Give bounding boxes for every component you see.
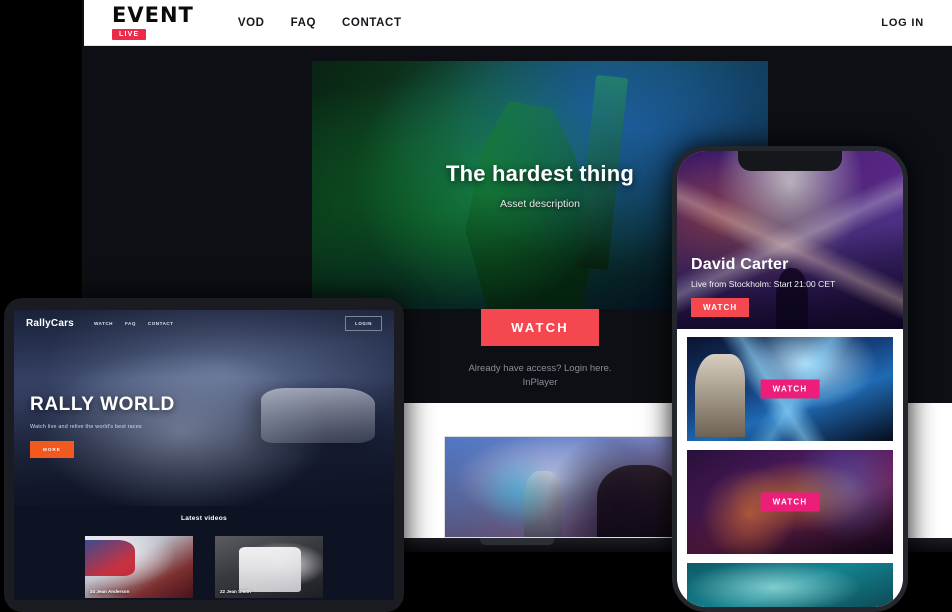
desktop-video-thumbnail[interactable] [444,436,684,538]
phone-hero-subtitle: Live from Stockholm: Start 21:00 CET [691,279,836,289]
phone-video-card[interactable] [687,563,893,607]
thumbnail-silhouette-shape [597,465,679,537]
phone-card-watch-button[interactable]: WATCH [760,379,820,399]
tablet-nav-item-faq[interactable]: FAQ [125,321,136,326]
tablet-device: RallyCars WATCH FAQ CONTACT LOGIN RALLY … [4,298,404,612]
phone-video-card[interactable]: WATCH [687,337,893,441]
phone-hero-watch-button[interactable]: WATCH [691,298,750,317]
phone-hero-title: David Carter [691,256,789,273]
desktop-nav-item-faq[interactable]: FAQ [291,17,316,29]
tablet-hero-subtitle: Watch live and relive the world's best r… [30,424,142,430]
phone-hero-text: David Carter Live from Stockholm: Start … [691,256,835,317]
tablet-logo[interactable]: RallyCars [26,318,74,329]
laptop-base-notch [480,538,554,545]
tablet-nav: WATCH FAQ CONTACT [94,321,174,326]
tablet-login-button[interactable]: LOGIN [345,315,382,331]
desktop-hero-title: The hardest thing [446,161,634,186]
phone-card-person-shape [695,353,745,437]
tablet-video-list: 24 Jean Anderson 22 Jean Smith [14,536,394,598]
desktop-nav-item-vod[interactable]: VOD [238,17,265,29]
desktop-nav: VOD FAQ CONTACT [238,17,402,29]
tablet-site-header: RallyCars WATCH FAQ CONTACT LOGIN [14,310,394,336]
device-mockup-collage: EVENT LIVE VOD FAQ CONTACT LOG IN The ha… [0,0,952,612]
desktop-watch-button[interactable]: WATCH [481,309,599,346]
phone-video-list: WATCH WATCH [677,329,903,607]
thumbnail-person-shape [523,471,562,537]
tablet-nav-item-contact[interactable]: CONTACT [148,321,174,326]
desktop-logo[interactable]: EVENT LIVE [112,5,194,40]
desktop-site-header: EVENT LIVE VOD FAQ CONTACT LOG IN [84,0,952,46]
tablet-hero-cta-button[interactable]: MORE [30,441,74,458]
phone-card-watch-button[interactable]: WATCH [760,492,820,512]
desktop-logo-text: EVENT [112,3,194,27]
desktop-login-link[interactable]: LOG IN [881,17,924,29]
tablet-video-caption: 24 Jean Anderson [90,589,130,594]
tablet-nav-item-watch[interactable]: WATCH [94,321,113,326]
tablet-video-card[interactable]: 24 Jean Anderson [85,536,193,598]
tablet-hero-car-shape [261,388,375,444]
desktop-hero-subtitle: Asset description [500,198,580,210]
phone-device: David Carter Live from Stockholm: Start … [672,146,908,612]
tablet-video-caption: 22 Jean Smith [220,589,251,594]
tablet-section-title: Latest videos [180,515,228,522]
tablet-video-card[interactable]: 22 Jean Smith [215,536,323,598]
desktop-logo-live-badge: LIVE [112,29,147,40]
phone-video-card[interactable]: WATCH [687,450,893,554]
tablet-screen: RallyCars WATCH FAQ CONTACT LOGIN RALLY … [14,310,394,600]
tablet-hero-title: RALLY WORLD [30,394,175,415]
phone-notch [738,151,842,171]
phone-screen: David Carter Live from Stockholm: Start … [677,151,903,607]
tablet-hero-text: RALLY WORLD Watch live and relive the wo… [30,394,175,458]
desktop-hero-text: The hardest thing Asset description [312,161,768,210]
desktop-nav-item-contact[interactable]: CONTACT [342,17,402,29]
